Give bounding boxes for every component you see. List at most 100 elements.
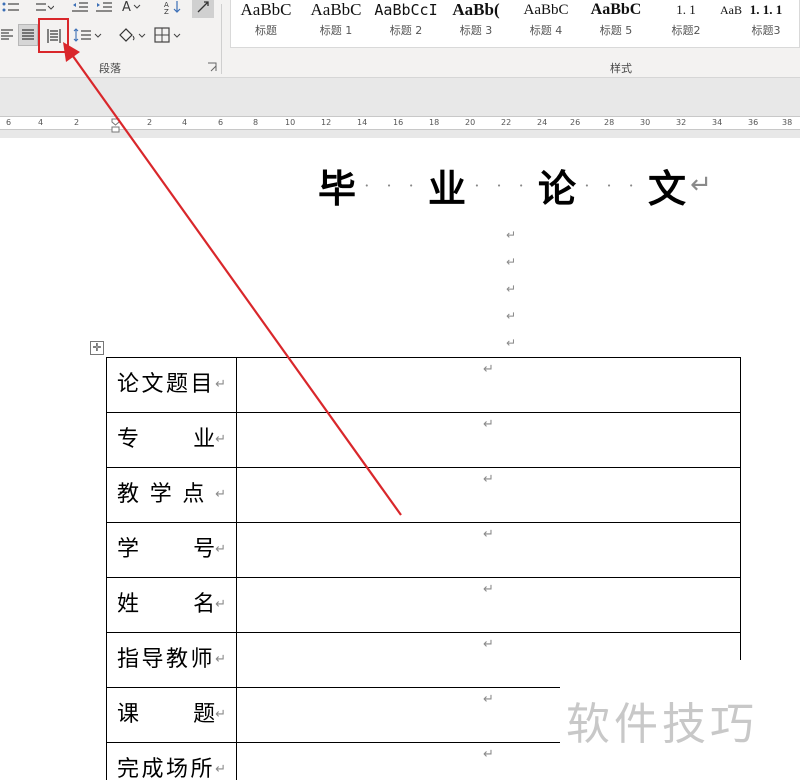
label-char: 成 [141,757,164,780]
label-char: 教 [166,647,189,672]
label-char: 学 [149,482,172,507]
cell-end-mark: ↵ [483,582,494,597]
ruler-number: 28 [604,118,615,127]
label-cell[interactable]: 课 题 ↵ [106,687,237,743]
cell-end-mark: ↵ [215,707,226,722]
style-name: 标题 [255,24,277,37]
style-preview: AaBbCcI [374,1,438,19]
svg-text:Z: Z [164,8,169,14]
style-preview: 1. 1. 1 [749,2,783,17]
line-spacing-button[interactable] [72,24,104,46]
style-preview: AaBbC [240,0,292,19]
label-char: 指 [117,647,140,672]
style-tile[interactable]: AaBbCcI 标题 2 [371,0,441,46]
label-cell[interactable]: 专 业 ↵ [106,412,237,468]
ruler-number: 34 [712,118,723,127]
label-char: 业 [193,427,216,452]
dialog-launcher-icon[interactable] [207,62,217,72]
label-char: 名 [193,592,216,617]
label-char: 课 [117,702,140,727]
label-char: 学 [117,537,140,562]
ruler-number: 20 [465,118,476,127]
decrease-indent-button[interactable] [70,0,90,18]
style-tile[interactable]: AaBbC 标题 5 [581,0,651,46]
cell-end-mark: ↵ [483,637,494,652]
table-row: 教 学 点 ↵ ↵ [106,467,741,523]
value-cell[interactable]: ↵ [236,357,741,413]
cell-end-mark: ↵ [215,762,226,777]
table-row: 专 业 ↵ ↵ [106,412,741,468]
ruler-number: 22 [501,118,512,127]
increase-indent-button[interactable] [94,0,114,18]
numbering-button[interactable] [28,0,56,18]
borders-button[interactable] [154,24,184,46]
sort-button[interactable]: AZ [162,0,184,18]
style-name: 标题 2 [389,24,423,37]
cell-end-mark: ↵ [483,747,494,762]
cell-end-mark: ↵ [215,542,226,557]
ruler-area: 6 4 2 2 4 6 8 10 12 14 16 18 20 22 24 26… [0,78,800,138]
show-marks-button[interactable] [192,0,214,18]
cell-end-mark: ↵ [483,692,494,707]
ruler-number: 16 [393,118,404,127]
label-cell[interactable]: 完 成 场 所 ↵ [106,742,237,780]
table-row: 学 号 ↵ ↵ [106,522,741,578]
style-name: 标题3 [751,24,781,37]
cell-end-mark: ↵ [215,487,226,502]
label-cell[interactable]: 教 学 点 ↵ [106,467,237,523]
paragraph-mark: ↵ [506,336,517,350]
ruler-number: 26 [570,118,581,127]
title-char: 毕 [318,165,357,211]
style-name: 标题 4 [529,24,563,37]
ruler-number: 4 [38,118,44,127]
label-cell[interactable]: 指 导 教 师 ↵ [106,632,237,688]
cell-end-mark: ↵ [215,652,226,667]
style-tile[interactable]: AaBbC 标题 1 [301,0,371,46]
bullets-button[interactable] [0,0,22,18]
chinese-layout-button[interactable]: A [120,0,142,18]
ruler-number: 6 [218,118,224,127]
indent-marker[interactable] [111,118,120,134]
label-cell[interactable]: 姓 名 ↵ [106,577,237,633]
label-cell[interactable]: 学 号 ↵ [106,522,237,578]
label-char: 题 [193,702,216,727]
style-preview: AaBb( [452,0,500,19]
cell-end-mark: ↵ [483,417,494,432]
paragraph-mark: ↵ [506,309,517,323]
style-tile[interactable]: 1. 1. 1 标题3 [731,0,800,46]
value-cell[interactable]: ↵ [236,577,741,633]
paragraph-group-label: 段落 [99,62,121,75]
table-move-handle[interactable]: ✛ [90,341,104,355]
label-char: 场 [166,757,189,780]
label-char: 论 [117,372,140,397]
title-dots: · · · [474,175,530,195]
value-cell[interactable]: ↵ [236,467,741,523]
ruler-number: 24 [537,118,548,127]
title-char: 论 [538,165,577,211]
style-tile[interactable]: AaBbC 标题 [231,0,301,46]
label-cell[interactable]: 论 文 题 目 ↵ [106,357,237,413]
watermark: 软件技巧 [566,699,758,750]
horizontal-ruler[interactable]: 6 4 2 2 4 6 8 10 12 14 16 18 20 22 24 26… [0,116,800,130]
shading-button[interactable] [116,24,148,46]
paragraph-mark: ↵ [506,228,517,242]
ruler-number: 18 [429,118,440,127]
style-tile[interactable]: AaBbC 标题 4 [511,0,581,46]
styles-group-label: 样式 [610,62,632,75]
label-char: 师 [190,647,213,672]
align-left-button[interactable] [0,24,14,46]
cell-end-mark: ↵ [483,472,494,487]
label-char: 专 [117,427,140,452]
paragraph-mark: ↵ [506,282,517,296]
cell-end-mark: ↵ [215,432,226,447]
style-tile[interactable]: AaBb( 标题 3 [441,0,511,46]
style-name: 标题 1 [319,24,353,37]
value-cell[interactable]: ↵ [236,522,741,578]
paragraph-mark: ↵ [690,170,712,200]
value-cell[interactable]: ↵ [236,412,741,468]
style-name: 标题 5 [599,24,633,37]
label-char: 文 [141,372,164,397]
highlight-box [38,18,69,53]
style-name: 标题 3 [459,24,493,37]
justify-button[interactable] [18,24,38,46]
